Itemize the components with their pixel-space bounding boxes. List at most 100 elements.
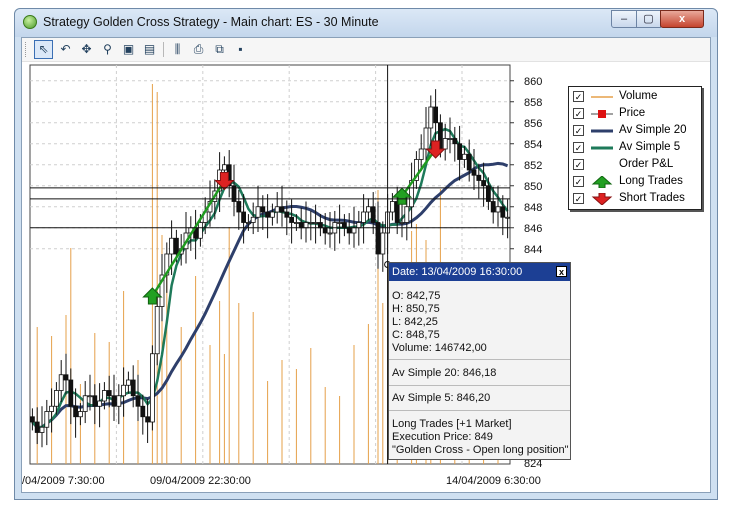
candle-body xyxy=(135,395,141,407)
candle-body xyxy=(303,222,309,229)
tooltip-close-icon[interactable]: x xyxy=(556,266,567,277)
legend-label: Av Simple 20 xyxy=(619,124,687,136)
bar-info-tooltip: Date: 13/04/2009 16:30:00 x O: 842,75 H:… xyxy=(388,262,571,460)
legend-label: Av Simple 5 xyxy=(619,141,681,153)
candle-body xyxy=(471,169,477,176)
y-tick-label: 860 xyxy=(524,76,542,88)
tooltip-divider xyxy=(389,410,570,411)
legend-checkbox[interactable]: ✓ xyxy=(573,159,584,170)
tooltip-close: C: 848,75 xyxy=(392,329,440,341)
x-tick-label: 09/04/2009 22:30:00 xyxy=(150,475,251,487)
candle-body xyxy=(29,416,35,423)
candle-body xyxy=(452,138,458,145)
candle-body xyxy=(495,206,501,213)
candle-body xyxy=(481,180,487,187)
candle-body xyxy=(389,201,395,213)
candle-body xyxy=(241,211,247,223)
candle-body xyxy=(73,405,78,418)
candle-body xyxy=(44,411,50,428)
y-tick-label: 846 xyxy=(524,223,542,235)
candle-body xyxy=(375,222,381,255)
candle-body xyxy=(433,106,439,124)
legend-item-long-trades[interactable]: ✓ Long Trades xyxy=(573,174,699,190)
candle-body xyxy=(279,206,285,213)
candle-body xyxy=(116,395,122,407)
candle-body xyxy=(269,211,275,218)
candle-body xyxy=(457,143,463,160)
candle-body xyxy=(418,148,424,160)
candle-body xyxy=(490,201,496,213)
tooltip-open: O: 842,75 xyxy=(392,290,441,302)
candle-body xyxy=(68,379,74,407)
y-tick-label: 852 xyxy=(524,160,542,172)
candle-body xyxy=(313,222,319,224)
candle-body xyxy=(58,374,64,391)
candle-body xyxy=(102,390,107,402)
candle-body xyxy=(149,353,155,423)
x-tick-label: /04/2009 7:30:00 xyxy=(22,475,105,487)
legend-label: Order P&L xyxy=(619,158,674,170)
legend-checkbox[interactable]: ✓ xyxy=(573,142,584,153)
price-chart[interactable]: 844846848850852854856858860824/04/2009 7… xyxy=(0,0,734,519)
candle-body xyxy=(145,416,151,423)
candle-body xyxy=(221,164,227,171)
legend-checkbox[interactable]: ✓ xyxy=(573,176,584,187)
tooltip-divider xyxy=(389,359,570,360)
candle-body xyxy=(298,222,304,229)
candle-body xyxy=(34,421,40,433)
candle-body xyxy=(126,379,131,386)
candle-body xyxy=(265,211,271,218)
candle-body xyxy=(370,206,376,223)
candle-body xyxy=(399,222,405,224)
legend-item-price[interactable]: ✓ Price xyxy=(573,106,699,122)
candle-body xyxy=(260,206,266,213)
candle-body xyxy=(274,206,280,213)
candle-body xyxy=(97,400,102,407)
candle-body xyxy=(245,222,251,224)
sma20-line-icon xyxy=(591,129,613,133)
legend-item-volume[interactable]: ✓ Volume xyxy=(573,89,699,105)
candle-body xyxy=(476,174,482,181)
tooltip-volume: Volume: 146742,00 xyxy=(392,342,487,354)
y-tick-label: 844 xyxy=(524,244,542,256)
tooltip-sma5: Av Simple 5: 846,20 xyxy=(392,392,491,404)
tooltip-sma20: Av Simple 20: 846,18 xyxy=(392,367,497,379)
legend-checkbox[interactable]: ✓ xyxy=(573,193,584,204)
candle-body xyxy=(106,390,112,397)
candle-body xyxy=(92,395,98,407)
candle-body xyxy=(82,395,88,412)
legend-item-order-pl[interactable]: ✓ Order P&L xyxy=(573,157,699,173)
legend-checkbox[interactable]: ✓ xyxy=(573,108,584,119)
legend-checkbox[interactable]: ✓ xyxy=(573,91,584,102)
candle-body xyxy=(39,426,45,433)
legend-label: Price xyxy=(619,107,646,119)
candle-body xyxy=(356,222,362,229)
candle-body xyxy=(505,216,511,219)
legend-checkbox[interactable]: ✓ xyxy=(573,125,584,136)
candle-body xyxy=(78,411,83,418)
legend-item-sma5[interactable]: ✓ Av Simple 5 xyxy=(573,140,699,156)
legend-item-short-trades[interactable]: ✓ Short Trades xyxy=(573,191,699,207)
candle-body xyxy=(317,222,323,229)
sma5-line-icon xyxy=(591,146,613,150)
candle-body xyxy=(169,237,175,255)
y-tick-label: 848 xyxy=(524,202,542,214)
chart-legend: ✓ Volume ✓ Price ✓ Av Simple 20 ✓ Av Sim… xyxy=(568,86,702,210)
candle-body xyxy=(447,138,453,140)
candle-body xyxy=(327,232,333,235)
candle-body xyxy=(346,227,352,234)
candle-body xyxy=(308,222,314,224)
tooltip-signal: "Golden Cross - Open long position" xyxy=(392,444,569,456)
tooltip-execution-price: Execution Price: 849 xyxy=(392,431,493,443)
candle-body xyxy=(322,227,328,234)
candle-body xyxy=(361,211,367,223)
y-tick-label: 850 xyxy=(524,181,542,193)
candle-body xyxy=(284,211,290,218)
legend-item-sma20[interactable]: ✓ Av Simple 20 xyxy=(573,123,699,139)
tooltip-low: L: 842,25 xyxy=(392,316,438,328)
candle-body xyxy=(461,153,467,160)
legend-label: Long Trades xyxy=(619,175,683,187)
x-tick-label: 14/04/2009 6:30:00 xyxy=(446,475,541,487)
candle-body xyxy=(365,206,371,213)
candle-body xyxy=(500,206,506,218)
